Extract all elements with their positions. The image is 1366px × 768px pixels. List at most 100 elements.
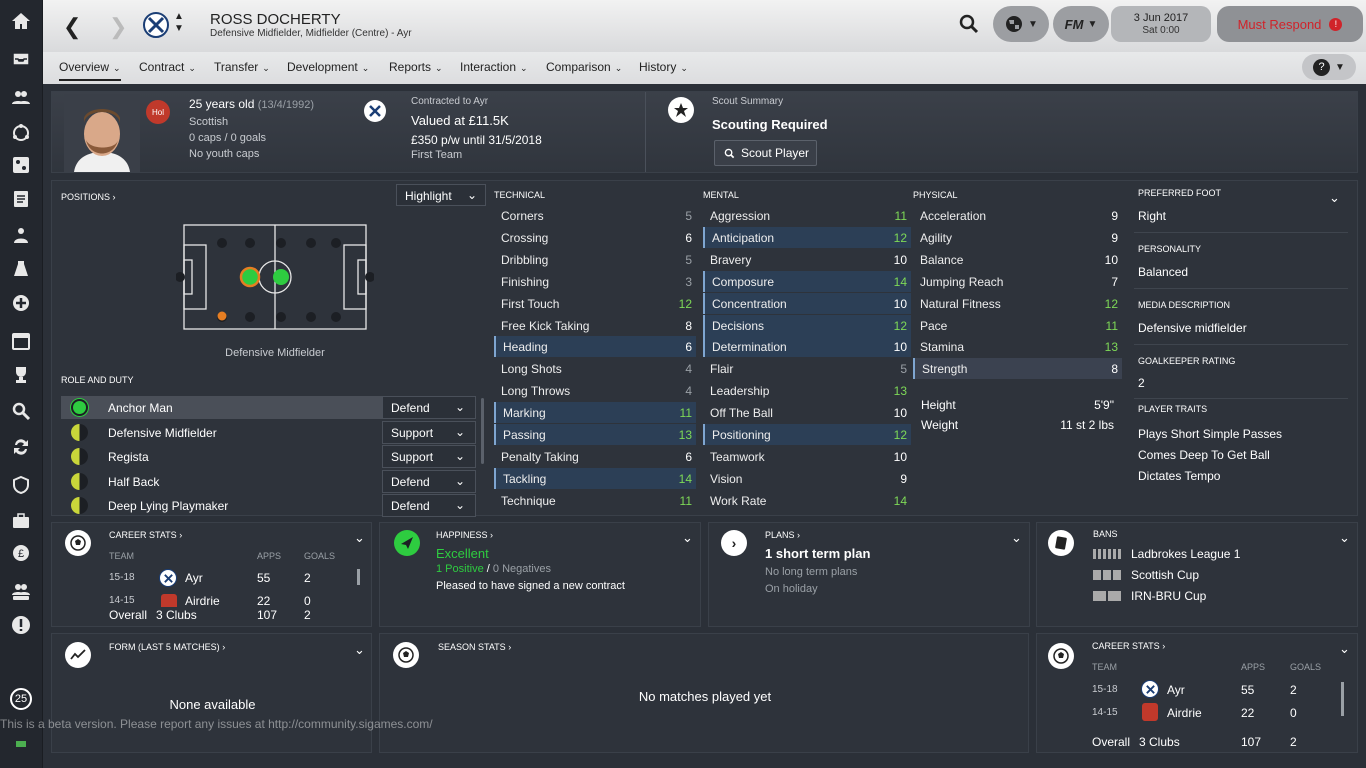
attribute-row[interactable]: Anticipation 12 bbox=[703, 226, 911, 248]
club-name[interactable]: Ayr bbox=[185, 571, 203, 585]
forward-icon[interactable]: ❯ bbox=[109, 14, 127, 40]
world-menu-button[interactable]: ▼ bbox=[993, 6, 1049, 42]
duty-dropdown[interactable]: Defend ⌄ bbox=[382, 396, 476, 419]
tab-interaction[interactable]: Interaction ⌄ bbox=[460, 60, 528, 74]
career-stats-header[interactable]: CAREER STATS › bbox=[109, 530, 182, 540]
attribute-row[interactable]: Work Rate 14 bbox=[703, 490, 911, 511]
happiness-header[interactable]: HAPPINESS › bbox=[436, 530, 493, 540]
club-crest-icon[interactable] bbox=[143, 12, 169, 38]
collapse-icon[interactable]: ⌄ bbox=[682, 530, 693, 546]
help-button[interactable]: ? ▼ bbox=[1302, 54, 1356, 80]
attribute-row[interactable]: Pace 11 bbox=[913, 315, 1122, 336]
attribute-row[interactable]: Off The Ball 10 bbox=[703, 402, 911, 423]
role-row[interactable]: Regista Support ⌄ bbox=[61, 445, 476, 469]
scouting-icon[interactable] bbox=[8, 398, 34, 424]
attribute-row[interactable]: First Touch 12 bbox=[494, 293, 696, 314]
attribute-row[interactable]: Vision 9 bbox=[703, 468, 911, 489]
tab-overview[interactable]: Overview ⌄ bbox=[59, 60, 121, 81]
dynamics-icon[interactable] bbox=[8, 120, 34, 146]
attribute-row[interactable]: Long Throws 4 bbox=[494, 380, 696, 401]
role-row[interactable]: Defensive Midfielder Support ⌄ bbox=[61, 420, 476, 444]
squad-icon[interactable] bbox=[8, 84, 34, 110]
club-vision-icon[interactable] bbox=[8, 508, 34, 534]
positions-header[interactable]: POSITIONS › bbox=[61, 192, 116, 202]
back-icon[interactable]: ❮ bbox=[63, 14, 81, 40]
role-row[interactable]: Deep Lying Playmaker Defend ⌄ bbox=[61, 494, 476, 518]
duty-dropdown[interactable]: Defend ⌄ bbox=[382, 469, 476, 493]
attribute-row[interactable]: Acceleration 9 bbox=[913, 205, 1122, 226]
attribute-row[interactable]: Decisions 12 bbox=[703, 314, 911, 336]
competitions-icon[interactable] bbox=[8, 362, 34, 388]
attribute-row[interactable]: Composure 14 bbox=[703, 270, 911, 292]
medical-icon[interactable] bbox=[8, 290, 34, 316]
tab-contract[interactable]: Contract ⌄ bbox=[139, 60, 196, 74]
attribute-row[interactable]: Crossing 6 bbox=[494, 227, 696, 248]
scrollbar[interactable] bbox=[1341, 682, 1344, 716]
attribute-row[interactable]: Free Kick Taking 8 bbox=[494, 315, 696, 336]
tab-transfer[interactable]: Transfer ⌄ bbox=[214, 60, 270, 74]
highlight-dropdown[interactable]: Highlight ⌄ bbox=[396, 184, 486, 206]
attribute-row[interactable]: Bravery 10 bbox=[703, 249, 911, 270]
inbox-icon[interactable] bbox=[8, 46, 34, 72]
attribute-row[interactable]: Teamwork 10 bbox=[703, 446, 911, 467]
collapse-icon[interactable]: ⌄ bbox=[1339, 641, 1350, 657]
club-name[interactable]: Ayr bbox=[1167, 683, 1185, 697]
duty-dropdown[interactable]: Defend ⌄ bbox=[382, 494, 476, 518]
player-switch-icon[interactable]: ▲ ▼ bbox=[174, 11, 184, 35]
collapse-icon[interactable]: ⌄ bbox=[1339, 530, 1350, 546]
attribute-row[interactable]: Balance 10 bbox=[913, 249, 1122, 270]
attribute-row[interactable]: Positioning 12 bbox=[703, 424, 911, 445]
attribute-row[interactable]: Concentration 10 bbox=[703, 292, 911, 314]
attribute-row[interactable]: Agility 9 bbox=[913, 227, 1122, 248]
season-stats-header[interactable]: SEASON STATS › bbox=[438, 642, 511, 652]
club-info-icon[interactable] bbox=[8, 472, 34, 498]
attribute-row[interactable]: Corners 5 bbox=[494, 205, 696, 226]
form-header[interactable]: FORM (LAST 5 MATCHES) › bbox=[109, 642, 225, 652]
attribute-row[interactable]: Stamina 13 bbox=[913, 336, 1122, 357]
attribute-row[interactable]: Penalty Taking 6 bbox=[494, 446, 696, 467]
role-row[interactable]: Anchor Man Defend ⌄ bbox=[61, 396, 476, 419]
fm-menu-button[interactable]: FM ▼ bbox=[1053, 6, 1109, 42]
attribute-row[interactable]: Dribbling 5 bbox=[494, 249, 696, 270]
tab-comparison[interactable]: Comparison ⌄ bbox=[546, 60, 622, 74]
tab-development[interactable]: Development ⌄ bbox=[287, 60, 369, 74]
staff-icon[interactable] bbox=[8, 222, 34, 248]
schedule-icon[interactable] bbox=[8, 328, 34, 354]
alert-icon[interactable] bbox=[8, 612, 34, 638]
collapse-icon[interactable]: ⌄ bbox=[354, 530, 365, 546]
career-stats-header[interactable]: CAREER STATS › bbox=[1092, 641, 1165, 651]
club-name[interactable]: Airdrie bbox=[185, 594, 220, 607]
attribute-row[interactable]: Long Shots 4 bbox=[494, 358, 696, 379]
attribute-row[interactable]: Strength 8 bbox=[913, 358, 1122, 380]
home-icon[interactable] bbox=[8, 8, 34, 34]
collapse-icon[interactable]: ⌄ bbox=[1011, 530, 1022, 546]
attribute-row[interactable]: Flair 5 bbox=[703, 358, 911, 379]
attribute-row[interactable]: Marking 11 bbox=[494, 402, 696, 424]
finances-icon[interactable]: £ bbox=[8, 540, 34, 566]
scout-player-button[interactable]: Scout Player bbox=[714, 140, 817, 166]
tactics-icon[interactable] bbox=[8, 152, 34, 178]
attribute-row[interactable]: Leadership 13 bbox=[703, 380, 911, 401]
attribute-row[interactable]: Finishing 3 bbox=[494, 271, 696, 292]
must-respond-button[interactable]: Must Respond ! bbox=[1217, 6, 1363, 42]
attribute-row[interactable]: Determination 10 bbox=[703, 336, 911, 358]
training-icon[interactable] bbox=[8, 256, 34, 282]
attribute-row[interactable]: Natural Fitness 12 bbox=[913, 293, 1122, 314]
attribute-row[interactable]: Technique 11 bbox=[494, 490, 696, 511]
attribute-row[interactable]: Jumping Reach 7 bbox=[913, 271, 1122, 292]
duty-dropdown[interactable]: Support ⌄ bbox=[382, 420, 476, 444]
attribute-row[interactable]: Heading 6 bbox=[494, 336, 696, 358]
tab-history[interactable]: History ⌄ bbox=[639, 60, 688, 74]
date-display[interactable]: 3 Jun 2017 Sat 0:00 bbox=[1111, 6, 1211, 42]
roles-scrollbar[interactable] bbox=[481, 398, 484, 464]
scrollbar[interactable] bbox=[357, 569, 360, 585]
transfers-icon[interactable] bbox=[8, 434, 34, 460]
club-name[interactable]: Airdrie bbox=[1167, 706, 1202, 720]
role-row[interactable]: Half Back Defend ⌄ bbox=[61, 469, 476, 493]
team-report-icon[interactable] bbox=[8, 186, 34, 212]
duty-dropdown[interactable]: Support ⌄ bbox=[382, 445, 476, 469]
side-panel-collapse-icon[interactable]: ⌄ bbox=[1329, 190, 1340, 206]
collapse-icon[interactable]: ⌄ bbox=[354, 642, 365, 658]
attribute-row[interactable]: Tackling 14 bbox=[494, 467, 696, 489]
u20-squad-icon[interactable] bbox=[8, 578, 34, 604]
